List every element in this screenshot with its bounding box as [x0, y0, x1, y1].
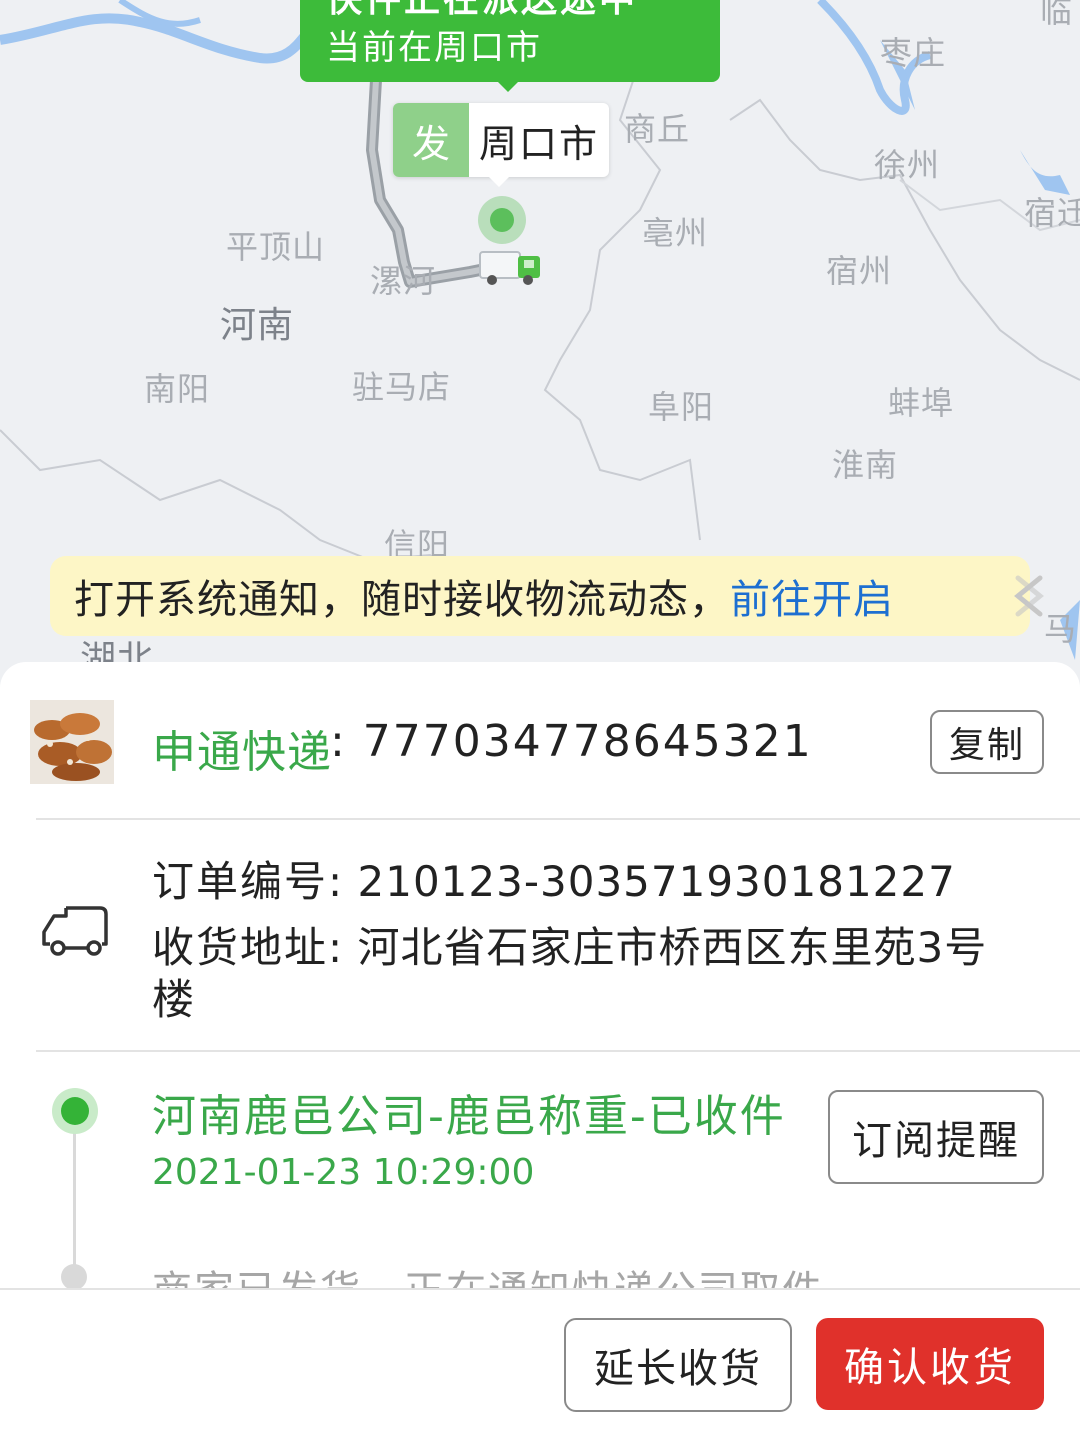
- product-image: [30, 700, 114, 784]
- map-label-nanyang: 南阳: [144, 370, 211, 408]
- latest-status-time: 2021-01-23 10:29:00: [152, 1152, 535, 1193]
- tracking-number: : 777034778645321: [330, 716, 813, 767]
- map-label-xuzhou: 徐州: [874, 146, 941, 184]
- map-label-fuyang: 阜阳: [648, 388, 715, 426]
- truck-marker-icon: [479, 251, 540, 285]
- confirm-receipt-button[interactable]: 确认收货: [816, 1318, 1044, 1410]
- order-number-label: 订单编号: [152, 857, 329, 906]
- courier-row: 申通快递 : 777034778645321 复制: [0, 662, 1080, 818]
- origin-tag-pointer: [489, 177, 509, 187]
- map-label-zhumadian: 驻马店: [352, 368, 452, 406]
- shipping-address-row: 收货地址: 河北省石家庄市桥西区东里苑3号: [152, 920, 987, 976]
- map-label-luohe: 漯河: [370, 262, 437, 300]
- order-number-value: : 210123-303571930181227: [328, 857, 956, 906]
- map-label-pingdingshan: 平顶山: [226, 228, 326, 266]
- callout-title: 快件正在派送途中: [326, 0, 638, 22]
- notification-message: 打开系统通知，随时接收物流动态，: [74, 577, 730, 623]
- subscribe-reminder-button[interactable]: 订阅提醒: [828, 1090, 1044, 1184]
- close-icon[interactable]: [998, 568, 1058, 624]
- map-label-suzhou: 宿州: [826, 252, 893, 290]
- origin-city: 周口市: [478, 121, 599, 166]
- location-pin-icon: [478, 196, 526, 244]
- copy-button[interactable]: 复制: [930, 710, 1044, 774]
- shipping-address-label: 收货地址: [152, 923, 329, 972]
- previous-status-text: 商家已发货，正在通知快递公司取件: [152, 1258, 824, 1288]
- logistics-map[interactable]: 枣庄 商丘 徐州 宿迁 平顶山 漯河 亳州 宿州 河南 南阳 驻马店 阜阳 蚌埠…: [0, 0, 1080, 700]
- product-thumbnail[interactable]: [30, 700, 114, 784]
- callout-pointer: [496, 80, 520, 92]
- timeline-active-dot: [52, 1088, 98, 1134]
- map-label-shangqiu: 商丘: [624, 110, 691, 148]
- enable-notification-link[interactable]: 前往开启: [730, 567, 894, 625]
- map-label-bengbu: 蚌埠: [888, 384, 955, 422]
- current-location-callout: 快件正在派送途中 当前在周口市: [300, 0, 720, 92]
- origin-badge: 发: [393, 103, 469, 177]
- timeline-line: [73, 1110, 76, 1280]
- map-label-bozhou: 亳州: [642, 214, 709, 252]
- latest-status-title: 河南鹿邑公司-鹿邑称重-已收件: [152, 1091, 786, 1142]
- timeline-dot: [61, 1264, 87, 1288]
- shipping-address-continued: 楼: [152, 975, 196, 1024]
- bottom-action-bar: 延长收货 确认收货: [0, 1288, 1080, 1442]
- extend-receipt-button[interactable]: 延长收货: [564, 1318, 792, 1412]
- order-number-row: 订单编号: 210123-303571930181227: [152, 854, 956, 910]
- map-label-suqian: 宿迁: [1024, 194, 1080, 232]
- notification-banner: 打开系统通知，随时接收物流动态， 前往开启: [50, 556, 1044, 636]
- map-label-huainan: 淮南: [832, 446, 899, 484]
- shipment-detail-card: 申通快递 : 777034778645321 复制 订单编号: 210123-3…: [0, 662, 1080, 1288]
- map-label-henan: 河南: [220, 305, 295, 346]
- shipping-address-value: : 河北省石家庄市桥西区东里苑3号: [328, 923, 988, 972]
- tracking-timeline: 河南鹿邑公司-鹿邑称重-已收件 2021-01-23 10:29:00 订阅提醒…: [0, 1052, 1080, 1288]
- order-info: 订单编号: 210123-303571930181227 收货地址: 河北省石家…: [0, 820, 1080, 1050]
- delivery-truck-icon: [42, 906, 108, 956]
- map-label-heze: 临: [1040, 0, 1074, 30]
- callout-current-location: 当前在周口市: [326, 28, 542, 68]
- map-label-zaozhuang: 枣庄: [880, 34, 947, 72]
- courier-name: 申通快递: [152, 727, 332, 778]
- origin-marker-tag[interactable]: 发 周口市: [393, 103, 609, 187]
